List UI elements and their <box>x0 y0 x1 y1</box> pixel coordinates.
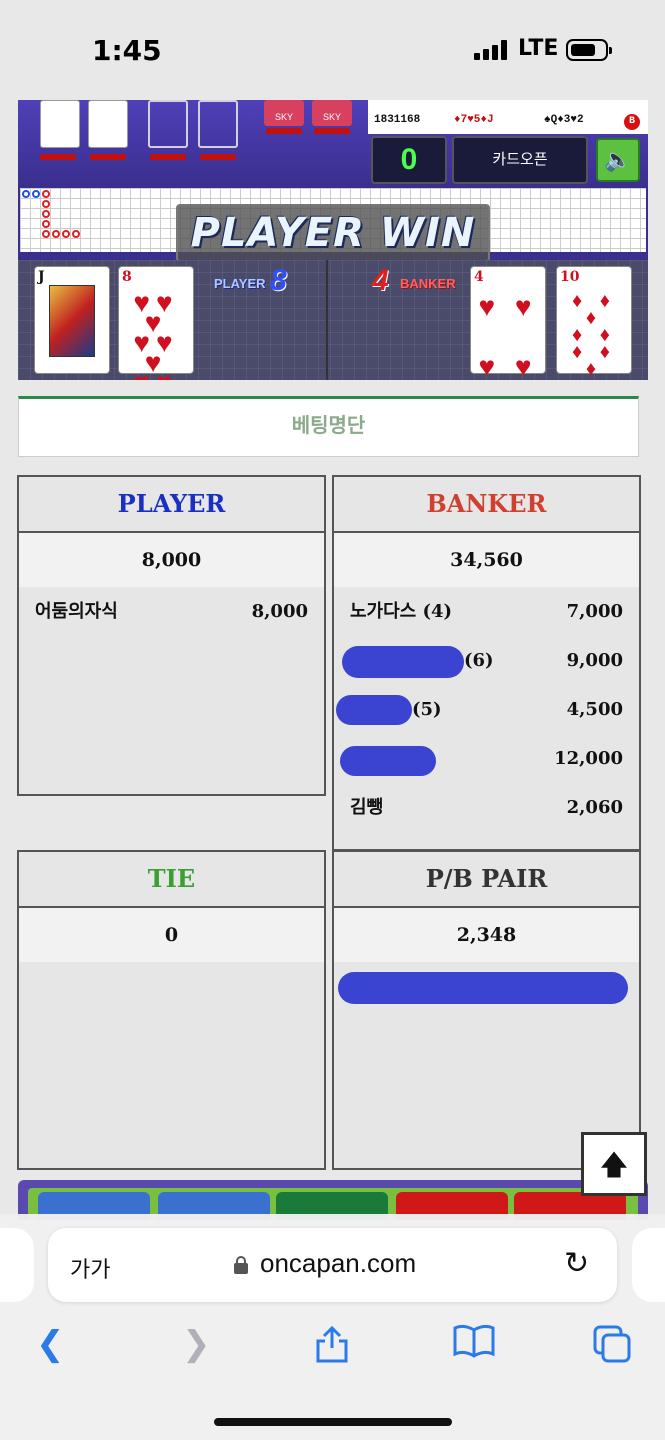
list-item: 노가다스 (4) 7,000 <box>350 601 623 622</box>
share-icon[interactable] <box>314 1324 350 1373</box>
list-item: 김뺑 2,060 <box>350 797 623 818</box>
reload-icon[interactable]: ↻ <box>564 1246 589 1281</box>
deck-card <box>40 100 80 148</box>
list-item: 어둠의자식 8,000 <box>35 601 308 622</box>
banker-panel: BANKER 34,560 노가다스 (4) 7,000 (6) 9,000 (… <box>332 475 641 851</box>
result-row: 1831168 ♦7♥5♦J ♠Q♦3♥2 B <box>374 114 640 130</box>
redaction <box>340 746 436 776</box>
text-size-button[interactable]: 가가 <box>70 1252 110 1284</box>
redaction <box>338 972 628 1004</box>
baccarat-game: SKY SKY 1831168 ♦7♥5♦J ♠Q♦3♥2 B 0 카드오픈 🔈… <box>18 100 648 380</box>
jack-face <box>49 285 95 357</box>
deal-area: J 8 ♥♥♥♥♥♥♥♥ PLAYER 8 4 BANKER 4 ♥ ♥♥ ♥ … <box>18 260 648 380</box>
arrow-up-icon[interactable]: 🡅 <box>581 1132 647 1196</box>
player-panel: PLAYER 8,000 어둠의자식 8,000 <box>17 475 326 796</box>
pair-total: 2,348 <box>334 908 639 962</box>
signal-icon <box>474 40 508 60</box>
chevron-left-icon[interactable]: ❮ <box>36 1324 65 1364</box>
speaker-icon[interactable]: 🔈 <box>596 138 640 182</box>
game-top: SKY SKY 1831168 ♦7♥5♦J ♠Q♦3♥2 B 0 카드오픈 🔈 <box>18 100 648 188</box>
pair-panel-title: P/B PAIR <box>334 852 639 908</box>
player-label: PLAYER <box>214 276 266 291</box>
banker-total: 34,560 <box>334 533 639 587</box>
tie-total: 0 <box>19 908 324 962</box>
browser-toolbar: 가가 oncapan.com ↻ ❮ ❯ <box>0 1214 665 1440</box>
card-slot <box>148 100 188 148</box>
banker-label: BANKER <box>400 276 456 291</box>
card-open-button[interactable]: 카드오픈 <box>452 136 588 184</box>
tie-panel-title: TIE <box>19 852 324 908</box>
player-score: 8 <box>270 264 287 297</box>
betting-list-header: 베팅명단 <box>18 396 639 457</box>
player-card-1: J <box>34 266 110 374</box>
next-tab-pill[interactable] <box>632 1228 665 1302</box>
battery-icon <box>566 39 612 61</box>
lock-icon <box>234 1256 248 1274</box>
player-card-2: 8 ♥♥♥♥♥♥♥♥ <box>118 266 194 380</box>
status-time: 1:45 <box>92 34 162 67</box>
chevron-right-icon[interactable]: ❯ <box>182 1324 211 1364</box>
previous-tab-pill[interactable] <box>0 1228 34 1302</box>
redaction <box>336 695 412 725</box>
round-score: 0 <box>371 136 447 184</box>
redaction <box>342 646 464 678</box>
win-banner: PLAYER WIN <box>176 204 490 262</box>
card-slot <box>198 100 238 148</box>
deck-card <box>88 100 128 148</box>
home-indicator <box>214 1418 452 1426</box>
player-panel-title: PLAYER <box>19 477 324 533</box>
address-bar[interactable]: 가가 oncapan.com ↻ <box>48 1228 617 1302</box>
banker-panel-title: BANKER <box>334 477 639 533</box>
tie-panel: TIE 0 <box>17 850 326 1170</box>
url-domain[interactable]: oncapan.com <box>260 1248 416 1279</box>
player-total: 8,000 <box>19 533 324 587</box>
list-item <box>334 962 639 1011</box>
pair-panel: P/B PAIR 2,348 <box>332 850 641 1170</box>
banker-card-1: 4 ♥ ♥ ♥ ♥ <box>470 266 546 380</box>
results-table: 1831168 ♦7♥5♦J ♠Q♦3♥2 B <box>368 100 648 134</box>
tabs-icon[interactable] <box>592 1324 632 1373</box>
list-item: (6) 9,000 <box>334 636 639 685</box>
network-label: LTE <box>518 36 559 61</box>
list-item: 12,000 <box>334 734 639 783</box>
sky-card: SKY <box>264 100 304 126</box>
banker-score: 4 <box>372 264 389 297</box>
book-icon[interactable] <box>452 1324 496 1367</box>
winner-badge: B <box>624 114 640 130</box>
banker-card-2: 10 ♦ ♦♦♦ ♦♦ ♦♦♦ ♦ <box>556 266 632 380</box>
status-bar: 1:45 LTE <box>0 0 665 100</box>
sky-card: SKY <box>312 100 352 126</box>
list-item: (5) 4,500 <box>334 685 639 734</box>
